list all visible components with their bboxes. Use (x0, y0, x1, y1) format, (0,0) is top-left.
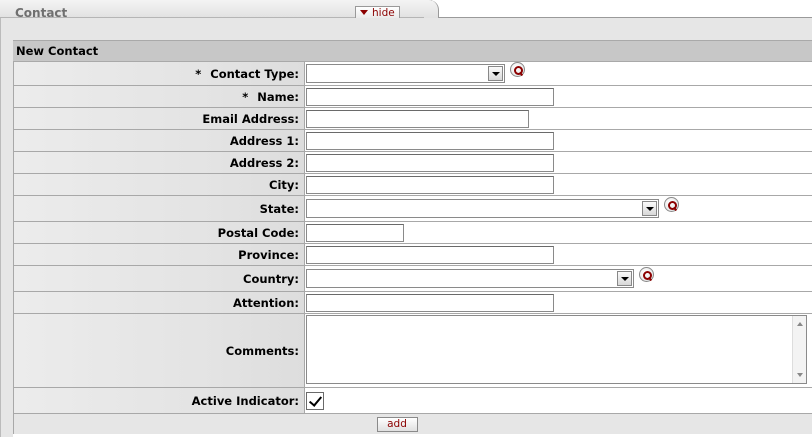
province-label: Province: (13, 244, 305, 265)
contact-type-label-text: Contact Type: (210, 66, 299, 81)
new-contact-section: New Contact * Contact Type: * Name: Emai… (13, 40, 812, 437)
lookup-icon[interactable] (664, 197, 679, 212)
comments-label: Comments: (13, 314, 305, 387)
name-input[interactable] (306, 87, 554, 106)
active-indicator-checkbox[interactable] (306, 391, 324, 410)
city-label: City: (13, 174, 305, 195)
chevron-down-icon[interactable] (617, 271, 632, 286)
address2-cell (305, 152, 812, 173)
postal-code-cell (305, 222, 812, 243)
lookup-icon[interactable] (510, 62, 525, 77)
active-indicator-label: Active Indicator: (13, 388, 305, 413)
comments-textarea[interactable] (306, 314, 807, 384)
postal-code-label: Postal Code: (13, 222, 305, 243)
attention-label: Attention: (13, 292, 305, 313)
row-address2: Address 2: (13, 152, 812, 174)
scroll-up-icon[interactable] (797, 321, 803, 326)
state-label: State: (13, 196, 305, 221)
postal-code-input[interactable] (306, 223, 404, 242)
province-cell (305, 244, 812, 265)
comments-wrapper (306, 314, 807, 387)
attention-cell (305, 292, 812, 313)
country-cell (305, 266, 812, 291)
scroll-down-icon[interactable] (797, 372, 803, 377)
chevron-down-icon[interactable] (488, 66, 503, 81)
attention-input[interactable] (306, 293, 554, 312)
country-select[interactable] (306, 269, 634, 288)
address1-cell (305, 130, 812, 151)
state-cell (305, 196, 812, 221)
row-postal-code: Postal Code: (13, 222, 812, 244)
comments-scrollbar[interactable] (792, 315, 806, 383)
name-label: * Name: (13, 86, 305, 107)
contact-type-cell (305, 62, 812, 85)
address2-label: Address 2: (13, 152, 305, 173)
section-title: New Contact (13, 40, 812, 62)
required-marker: * (195, 66, 202, 81)
lookup-icon[interactable] (639, 267, 654, 282)
address1-input[interactable] (306, 131, 554, 150)
contact-type-select[interactable] (306, 64, 505, 83)
row-name: * Name: (13, 86, 812, 108)
name-label-text: Name: (257, 89, 299, 104)
email-label: Email Address: (13, 108, 305, 129)
email-cell (305, 108, 812, 129)
row-city: City: (13, 174, 812, 196)
address2-input[interactable] (306, 153, 554, 172)
row-country: Country: (13, 266, 812, 292)
row-attention: Attention: (13, 292, 812, 314)
city-input[interactable] (306, 175, 554, 194)
row-active-indicator: Active Indicator: (13, 388, 812, 414)
row-province: Province: (13, 244, 812, 266)
name-cell (305, 86, 812, 107)
state-select[interactable] (306, 199, 659, 218)
province-input[interactable] (306, 245, 554, 264)
comments-cell (305, 314, 812, 387)
contact-type-label: * Contact Type: (13, 62, 305, 85)
row-address1: Address 1: (13, 130, 812, 152)
required-marker: * (242, 89, 249, 104)
row-state: State: (13, 196, 812, 222)
row-email: Email Address: (13, 108, 812, 130)
city-cell (305, 174, 812, 195)
triangle-down-icon (360, 10, 368, 15)
row-comments: Comments: (13, 314, 812, 388)
add-button[interactable]: add (376, 416, 418, 432)
row-contact-type: * Contact Type: (13, 62, 812, 86)
address1-label: Address 1: (13, 130, 305, 151)
chevron-down-icon[interactable] (642, 201, 657, 216)
email-input[interactable] (306, 109, 529, 128)
active-indicator-cell (305, 388, 812, 413)
add-row: add (13, 414, 812, 434)
country-label: Country: (13, 266, 305, 291)
